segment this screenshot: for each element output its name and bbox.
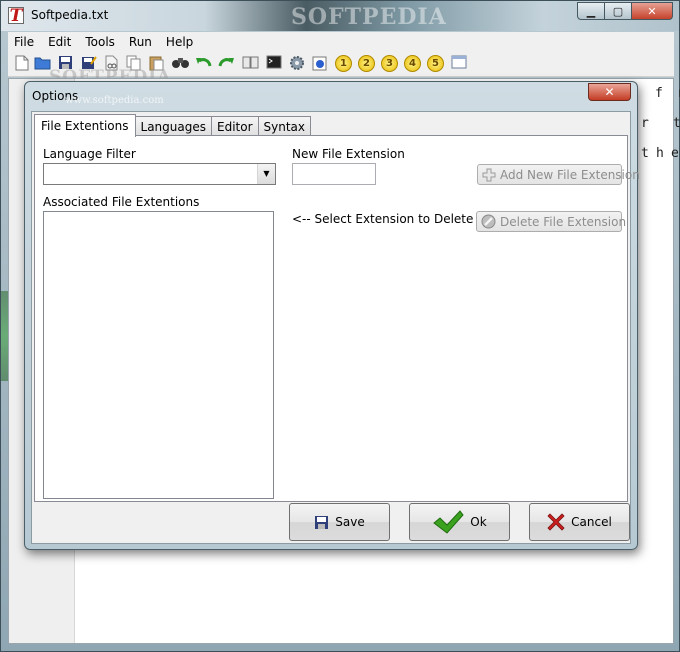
bookmark-1-icon[interactable]: 1 [335,55,352,72]
plus-icon [482,167,496,183]
editor-text: f [655,86,663,101]
find-binoculars-icon[interactable] [172,55,189,72]
ok-button[interactable]: Ok [409,503,510,541]
book-icon[interactable] [242,55,259,72]
close-button[interactable]: ✕ [631,2,673,20]
editor-text: t [673,116,680,131]
delete-icon [481,214,496,230]
add-extension-label: Add New File Extension [500,167,640,182]
menu-tools[interactable]: Tools [85,35,115,49]
dialog-watermark: www.softpedia.com [65,95,164,106]
new-extension-input[interactable] [292,163,376,185]
options-dialog: Options www.softpedia.com ✕ File Extenti… [24,81,640,550]
new-file-icon[interactable] [13,55,30,72]
tab-strip: File Extentions Languages Editor Syntax [34,114,311,137]
redo-icon[interactable] [218,55,235,72]
cancel-label: Cancel [571,515,612,529]
cancel-x-icon [547,513,565,531]
window-icon[interactable] [450,55,467,72]
maximize-button[interactable]: ▢ [604,2,632,20]
titlebar[interactable]: T Softpedia.txt SOFTPEDIA ▁ ▢ ✕ [1,1,679,31]
save-icon [314,515,329,530]
associated-extentions-label: Associated File Extentions [43,195,200,209]
new-extension-label: New File Extension [292,147,405,161]
delete-extension-label: Delete File Extension [500,214,627,229]
cancel-button[interactable]: Cancel [529,503,630,541]
tab-syntax[interactable]: Syntax [257,116,311,137]
bookmark-3-icon[interactable]: 3 [381,55,398,72]
editor-text: e [671,146,679,161]
menu-edit[interactable]: Edit [48,35,71,49]
checkmark-icon [432,509,464,535]
bookmark-5-icon[interactable]: 5 [427,55,444,72]
delete-extension-button[interactable]: Delete File Extension [476,211,626,232]
dialog-close-button[interactable]: ✕ [588,83,631,101]
language-filter-label: Language Filter [43,147,136,161]
window-title: Softpedia.txt [31,8,109,22]
language-filter-select[interactable]: ▼ [43,163,276,185]
save-button[interactable]: Save [289,503,390,541]
title-watermark: SOFTPEDIA [291,4,447,30]
bookmark-4-icon[interactable]: 4 [404,55,421,72]
terminal-icon[interactable] [265,55,282,72]
menu-run[interactable]: Run [129,35,152,49]
window-controls: ▁ ▢ ✕ [577,2,673,20]
minimize-button[interactable]: ▁ [577,2,605,20]
editor-text: h [656,146,664,161]
menu-file[interactable]: File [14,35,34,49]
bookmark-2-icon[interactable]: 2 [358,55,375,72]
file-extentions-panel: Language Filter ▼ Associated File Extent… [34,135,640,502]
menu-help[interactable]: Help [166,35,193,49]
chevron-down-icon[interactable]: ▼ [257,164,275,184]
editor-text: t [641,146,649,161]
app-icon[interactable]: T [8,7,24,25]
editor-text: r [641,116,649,131]
menubar: File Edit Tools Run Help [8,32,674,51]
tab-languages[interactable]: Languages [134,116,212,137]
ok-label: Ok [470,515,487,529]
gear-icon[interactable] [288,55,305,72]
dialog-body: File Extentions Languages Editor Syntax … [31,111,640,544]
left-accent [1,291,8,381]
tab-editor[interactable]: Editor [211,116,259,137]
select-extension-hint: <-- Select Extension to Delete --> [292,212,496,226]
associated-extentions-list[interactable] [43,211,274,499]
add-extension-button[interactable]: Add New File Extension [477,164,640,185]
tab-file-extentions[interactable]: File Extentions [34,114,136,137]
undo-icon[interactable] [195,55,212,72]
help-icon[interactable] [311,55,328,72]
save-label: Save [335,515,365,529]
